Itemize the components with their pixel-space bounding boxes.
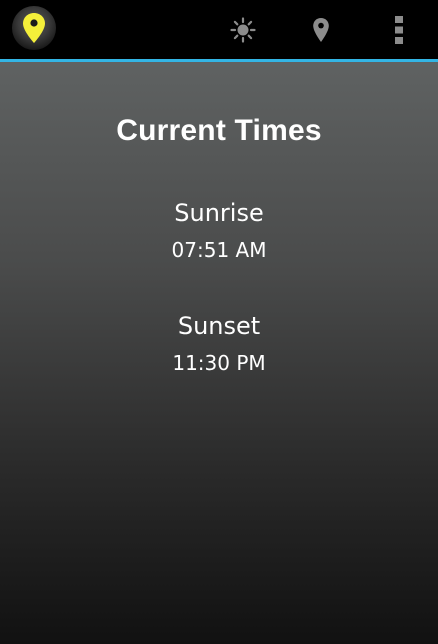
app-icon[interactable] [12,6,56,50]
page-title: Current Times [116,114,322,147]
sunset-time: 11:30 PM [172,351,266,375]
map-pin-icon [23,13,45,43]
sunset-label: Sunset [177,312,261,340]
sun-icon [230,17,256,43]
sunrise-time: 07:51 AM [171,238,267,262]
sun-button[interactable] [221,8,265,52]
overflow-menu-button[interactable] [377,8,421,52]
sunrise-label: Sunrise [174,199,264,227]
app-screen: Current Times Sunrise 07:51 AM Sunset 11… [0,0,438,644]
main-content: Current Times Sunrise 07:51 AM Sunset 11… [0,62,438,644]
location-button[interactable] [299,8,343,52]
overflow-menu-icon [395,16,403,44]
location-pin-icon [313,18,329,42]
action-bar [0,0,438,59]
